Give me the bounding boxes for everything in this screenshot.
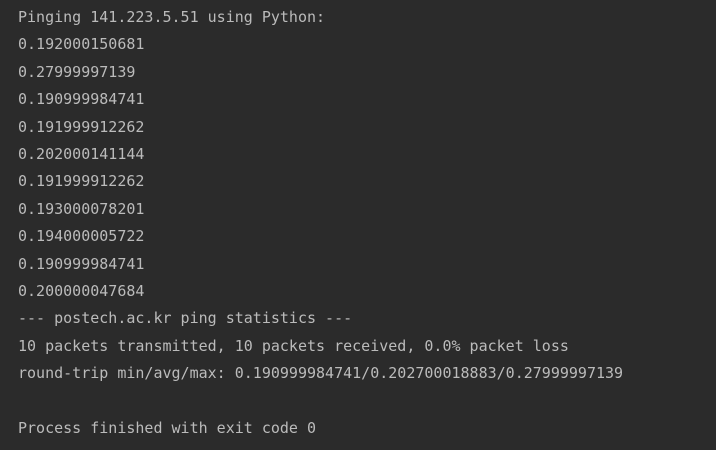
rtt-value: 0.200000047684 xyxy=(18,281,145,300)
process-exit-message: Process finished with exit code 0 xyxy=(18,418,317,437)
ping-header: Pinging 141.223.5.51 using Python: xyxy=(18,8,326,26)
rtt-value: 0.191999912262 xyxy=(18,117,145,136)
rtt-value: 0.27999997139 xyxy=(18,62,136,81)
rtt-value: 0.190999984741 xyxy=(18,90,145,109)
console-output: Pinging 141.223.5.51 using Python: 0.192… xyxy=(0,0,716,450)
rtt-value: 0.193000078201 xyxy=(18,199,145,218)
rtt-value: 0.192000150681 xyxy=(18,35,145,54)
ping-statistics-title: --- postech.ac.kr ping statistics --- xyxy=(18,309,353,328)
packets-summary: 10 packets transmitted, 10 packets recei… xyxy=(18,336,569,355)
rtt-value: 0.194000005722 xyxy=(18,227,145,246)
round-trip-summary: round-trip min/avg/max: 0.190999984741/0… xyxy=(18,364,624,383)
rtt-value: 0.202000141144 xyxy=(18,144,145,163)
rtt-list: 0.192000150681 0.27999997139 0.190999984… xyxy=(18,31,716,305)
rtt-value: 0.191999912262 xyxy=(18,172,145,191)
rtt-value: 0.190999984741 xyxy=(18,254,145,273)
